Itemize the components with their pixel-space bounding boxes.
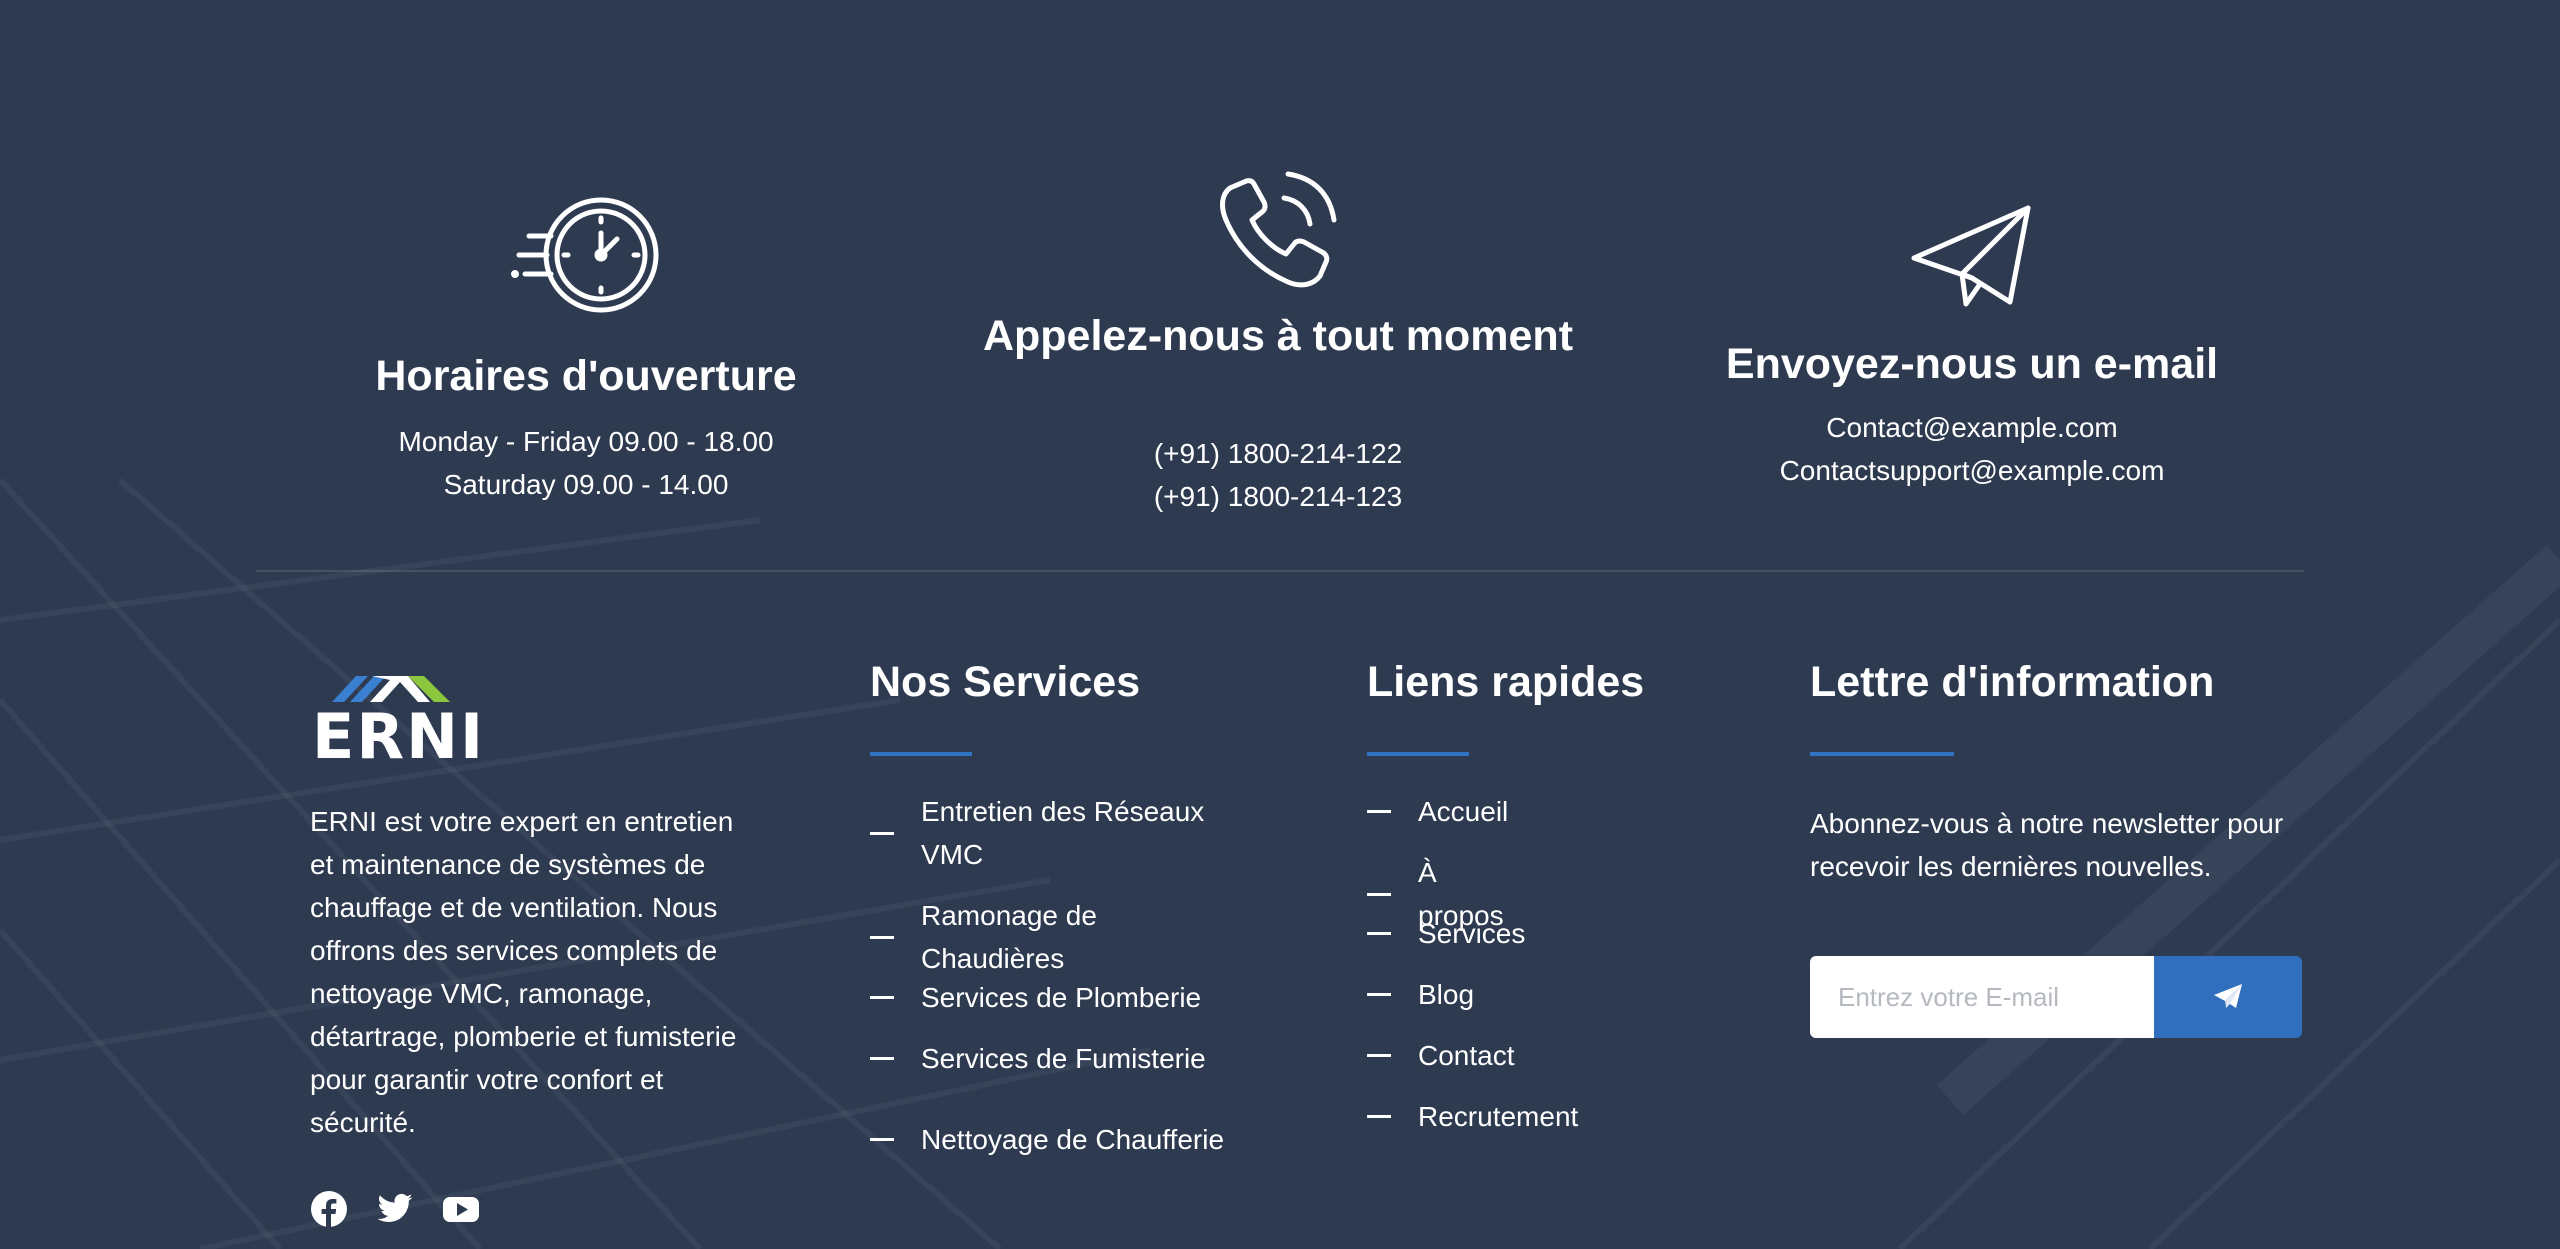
services-column: Nos Services Entretien des Réseaux VMC R…: [870, 656, 1250, 1155]
newsletter-submit-button[interactable]: [2154, 956, 2302, 1038]
quick-links-column: Liens rapides Accueil À propos Services …: [1367, 656, 1707, 1132]
contact-info-strip: Horaires d'ouverture Monday - Friday 09.…: [0, 0, 2560, 570]
service-item[interactable]: Ramonage de Chaudières: [870, 894, 1241, 980]
dash-bullet: [1367, 810, 1391, 813]
quick-link-accueil[interactable]: Accueil: [1367, 790, 1508, 833]
youtube-icon[interactable]: [442, 1190, 480, 1228]
quick-link-contact[interactable]: Contact: [1367, 1034, 1515, 1077]
site-footer: ERNI ERNI est votre expert en entretien …: [0, 572, 2560, 1249]
social-links: [310, 1190, 480, 1228]
clock-icon: [511, 196, 661, 319]
newsletter-description: Abonnez-vous à notre newsletter pour rec…: [1810, 808, 2284, 882]
dash-bullet: [1367, 892, 1391, 896]
quick-link-blog[interactable]: Blog: [1367, 973, 1474, 1016]
newsletter-email-input[interactable]: [1810, 956, 2154, 1038]
dash-bullet: [1367, 1054, 1391, 1057]
phone-number-1[interactable]: (+91) 1800-214-122: [958, 432, 1598, 475]
phone-icon: [1216, 166, 1340, 295]
opening-hours-weekdays: Monday - Friday 09.00 - 18.00: [398, 426, 774, 457]
dash-bullet: [870, 831, 894, 835]
dash-bullet: [870, 1138, 894, 1141]
call-us-title: Appelez-nous à tout moment: [982, 312, 1574, 360]
newsletter-heading: Lettre d'information: [1810, 658, 2215, 706]
support-email[interactable]: Contactsupport@example.com: [1652, 449, 2292, 492]
svg-text:ERNI: ERNI: [312, 700, 485, 764]
service-item[interactable]: Services de Fumisterie: [870, 1037, 1241, 1080]
quick-links-heading-underline: [1367, 752, 1469, 756]
dash-bullet: [1367, 1115, 1391, 1118]
services-heading-underline: [870, 752, 972, 756]
newsletter-column: Lettre d'information Abonnez-vous à notr…: [1810, 656, 2310, 1038]
services-heading: Nos Services: [870, 658, 1141, 706]
facebook-icon[interactable]: [310, 1190, 348, 1228]
quick-links-heading: Liens rapides: [1367, 658, 1645, 706]
newsletter-form: [1810, 956, 2302, 1038]
service-item[interactable]: Nettoyage de Chaufferie: [870, 1118, 1241, 1161]
dash-bullet: [870, 996, 894, 999]
dash-bullet: [870, 1057, 894, 1060]
dash-bullet: [1367, 932, 1391, 935]
dash-bullet: [1367, 993, 1391, 996]
email-us-title: Envoyez-nous un e-mail: [1725, 340, 2219, 388]
paper-plane-icon: [1910, 204, 2034, 313]
company-description: ERNI est votre expert en entretien et ma…: [310, 806, 737, 1138]
service-item[interactable]: Entretien des Réseaux VMC: [870, 790, 1241, 876]
dash-bullet: [870, 935, 894, 939]
quick-link-recrutement[interactable]: Recrutement: [1367, 1095, 1578, 1138]
send-icon: [2213, 983, 2243, 1012]
opening-hours-saturday: Saturday 09.00 - 14.00: [443, 469, 729, 500]
newsletter-heading-underline: [1810, 752, 1954, 756]
quick-link-services[interactable]: Services: [1367, 912, 1525, 955]
service-item[interactable]: Services de Plomberie: [870, 976, 1241, 1019]
opening-hours-title: Horaires d'ouverture: [375, 352, 797, 400]
phone-number-2[interactable]: (+91) 1800-214-123: [958, 475, 1598, 518]
contact-email[interactable]: Contact@example.com: [1652, 406, 2292, 449]
erni-logo[interactable]: ERNI: [310, 664, 500, 773]
twitter-icon[interactable]: [376, 1190, 414, 1228]
